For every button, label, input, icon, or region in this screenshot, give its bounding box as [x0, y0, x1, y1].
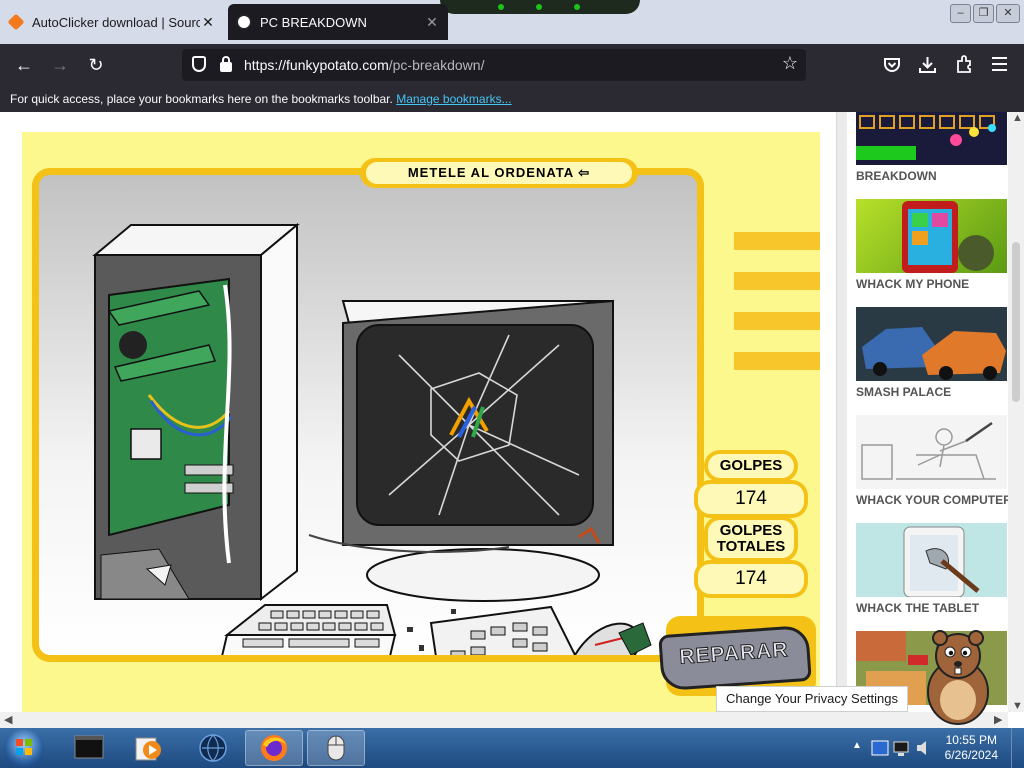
taskbar-mouse-app[interactable]	[307, 730, 365, 766]
scroll-down-arrow-icon[interactable]: ▼	[1012, 700, 1023, 712]
taskbar-media-player-app[interactable]	[120, 730, 178, 766]
whack-the-tablet-thumbnail[interactable]	[856, 523, 1007, 597]
maximize-button[interactable]: ❐	[973, 4, 994, 23]
window-notch	[440, 0, 640, 14]
game-name[interactable]: WHACK MY PHONE	[856, 277, 1008, 291]
speaker-icon[interactable]	[914, 738, 934, 758]
taskbar-firefox-app[interactable]	[245, 730, 303, 766]
clock-date: 6/26/2024	[944, 748, 998, 762]
game-name[interactable]: SMASH PALACE	[856, 385, 1008, 399]
close-window-button[interactable]: ✕	[996, 4, 1020, 23]
hits-panel: GOLPES 174	[694, 450, 808, 518]
game-name[interactable]: BREAKDOWN	[856, 169, 1008, 183]
sidebar-game-smash-palace[interactable]: SMASH PALACE	[856, 307, 1008, 399]
web-page: METELE AL ORDENATA ⇦ GOLPES 174 GOLPES TO…	[0, 112, 1024, 712]
horizontal-scrollbar[interactable]: ◀ ▶	[0, 712, 1008, 728]
forward-button[interactable]: →	[47, 52, 73, 78]
broken-computer-illustration[interactable]	[39, 175, 697, 655]
taskbar-globe-app[interactable]	[184, 730, 242, 766]
whack-your-computer-thumbnail[interactable]	[856, 415, 1007, 489]
share-arrow-icon[interactable]: ⇦	[578, 165, 590, 180]
tracking-protection-shield-icon[interactable]	[192, 56, 206, 72]
tab-strip: AutoClicker download | Sourcef ✕ PC BREA…	[0, 0, 1024, 44]
privacy-settings-button[interactable]: Change Your Privacy Settings	[716, 686, 908, 712]
funkypotato-favicon-icon	[236, 14, 252, 30]
start-button[interactable]	[4, 729, 44, 767]
hits-label: GOLPES	[708, 454, 794, 478]
tray-expand-arrow-icon[interactable]: ▲	[852, 740, 862, 751]
tab-close-icon[interactable]: ✕	[200, 14, 216, 31]
total-hits-value: 174	[698, 564, 804, 594]
bookmark-star-icon[interactable]: ☆	[782, 53, 798, 74]
game-title-banner: METELE AL ORDENATA ⇦	[360, 158, 638, 188]
hamster-mascot-icon	[927, 630, 989, 725]
window-controls: – ❐ ✕	[950, 4, 1020, 23]
sidebar-game-whack-my-phone[interactable]: WHACK MY PHONE	[856, 199, 1008, 291]
menu-icon[interactable]	[992, 57, 1007, 71]
show-desktop-button[interactable]	[1011, 728, 1024, 768]
tab-pc-breakdown[interactable]: PC BREAKDOWN ✕	[228, 4, 448, 40]
game-name[interactable]: WHACK YOUR COMPUTER	[856, 493, 1012, 507]
tab-title: PC BREAKDOWN	[260, 14, 367, 30]
sidebar-game-whack-the-tablet[interactable]: WHACK THE TABLET	[856, 523, 1008, 615]
breakdown-thumbnail[interactable]	[856, 112, 1007, 165]
network-icon[interactable]	[892, 738, 912, 758]
download-icon[interactable]	[919, 56, 936, 73]
mouse-icon	[327, 735, 345, 761]
sidebar-divider	[836, 112, 847, 712]
clock-time: 10:55 PM	[945, 733, 997, 747]
extensions-icon[interactable]	[955, 55, 973, 73]
lock-icon[interactable]	[220, 56, 232, 72]
url-text[interactable]: https://funkypotato.com/pc-breakdown/	[244, 57, 484, 73]
navigation-toolbar: ← → ↻ https://funkypotato.com/pc-breakdo…	[0, 44, 1024, 86]
total-hits-label: GOLPES TOTALES	[708, 520, 794, 558]
back-button[interactable]: ←	[11, 52, 37, 78]
smash-palace-thumbnail[interactable]	[856, 307, 1007, 381]
tab-autoclicker[interactable]: AutoClicker download | Sourcef ✕	[0, 4, 224, 40]
media-player-icon	[135, 737, 161, 761]
bookmarks-hint: For quick access, place your bookmarks h…	[10, 92, 512, 106]
minimize-button[interactable]: –	[950, 4, 971, 23]
scroll-left-arrow-icon[interactable]: ◀	[4, 713, 12, 726]
tab-title: AutoClicker download | Sourcef	[32, 14, 200, 30]
taskbar-terminal-app[interactable]	[60, 730, 118, 766]
windows-taskbar: ▲ 10:55 PM 6/26/2024	[0, 728, 1024, 768]
tab-close-icon[interactable]: ✕	[424, 14, 440, 31]
pocket-icon[interactable]	[883, 57, 901, 73]
sourceforge-favicon-icon	[7, 13, 25, 31]
manage-bookmarks-link[interactable]: Manage bookmarks...	[396, 92, 511, 106]
system-tray: ▲ 10:55 PM 6/26/2024	[844, 728, 1024, 768]
sidebar-game-whack-your-computer[interactable]: WHACK YOUR COMPUTER	[856, 415, 1012, 507]
vertical-scrollbar[interactable]: ▲ ▼	[1008, 112, 1024, 712]
scrollbar-thumb[interactable]	[1012, 242, 1020, 402]
hits-value: 174	[698, 484, 804, 514]
game-title: METELE AL ORDENATA	[407, 165, 574, 180]
game-name[interactable]: WHACK THE TABLET	[856, 601, 1008, 615]
system-clock[interactable]: 10:55 PM 6/26/2024	[945, 733, 998, 763]
terminal-icon	[74, 735, 104, 759]
firefox-icon	[261, 735, 287, 761]
total-hits-panel: GOLPES TOTALES 174	[694, 516, 808, 598]
bookmarks-toolbar: For quick access, place your bookmarks h…	[0, 86, 1024, 112]
globe-icon	[199, 734, 227, 762]
address-bar[interactable]: https://funkypotato.com/pc-breakdown/ ☆	[182, 49, 806, 81]
game-scene-frame[interactable]	[32, 168, 704, 662]
game-canvas[interactable]: METELE AL ORDENATA ⇦ GOLPES 174 GOLPES TO…	[22, 132, 820, 712]
whack-my-phone-thumbnail[interactable]	[856, 199, 1007, 273]
reload-button[interactable]: ↻	[83, 52, 109, 78]
scroll-up-arrow-icon[interactable]: ▲	[1012, 112, 1023, 124]
sidebar-game-breakdown[interactable]: BREAKDOWN	[856, 112, 1008, 183]
tray-app-icon[interactable]	[870, 738, 890, 758]
